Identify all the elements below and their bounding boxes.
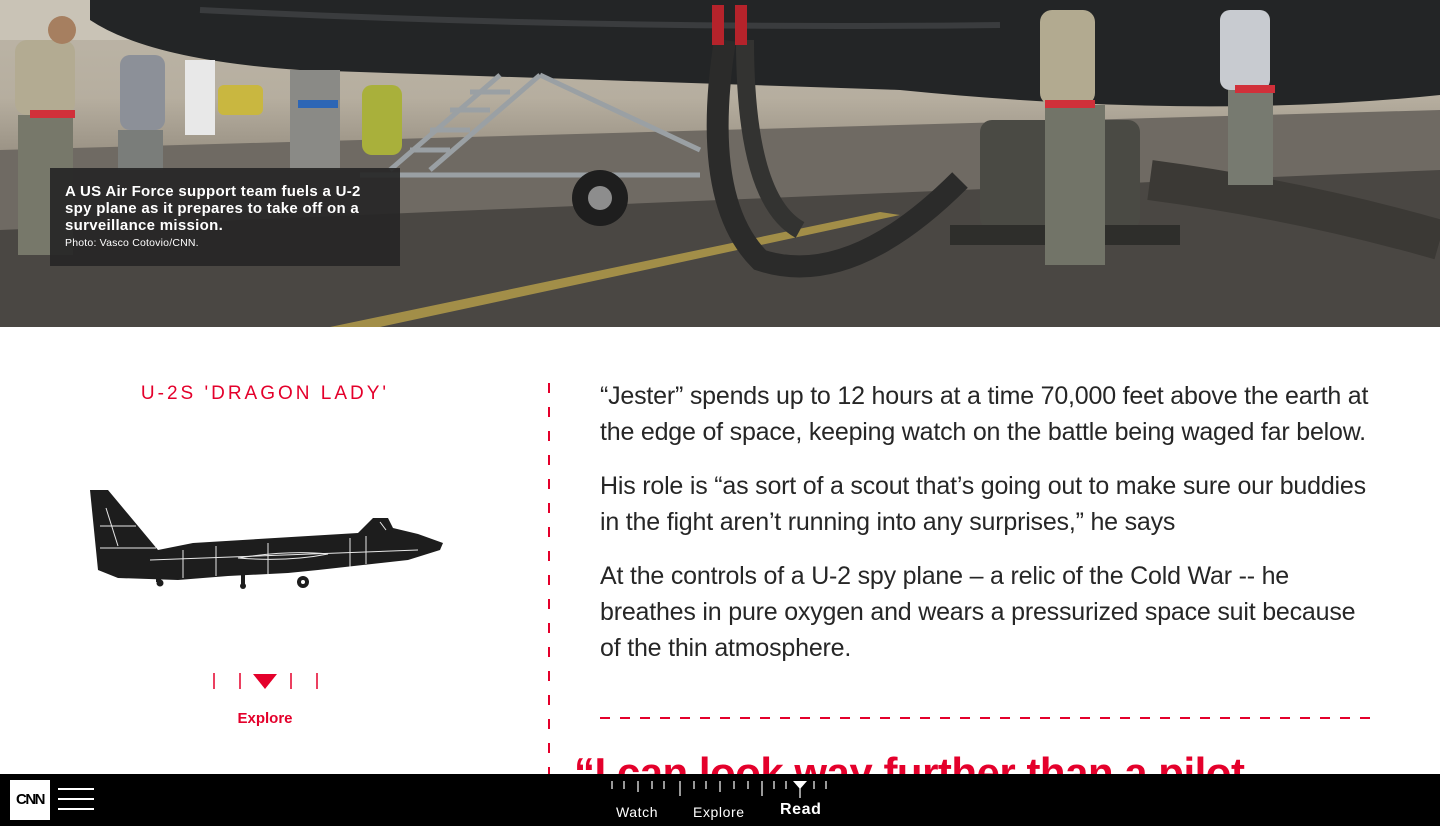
- hamburger-menu-icon[interactable]: [58, 788, 94, 810]
- column-divider: [548, 383, 550, 775]
- hero-photo: A US Air Force support team fuels a U-2 …: [0, 0, 1440, 327]
- article-paragraph: At the controls of a U-2 spy plane – a r…: [600, 562, 1356, 662]
- photo-credit: Photo: Vasco Cotovio/CNN.: [65, 237, 199, 249]
- explore-scrubber[interactable]: [205, 670, 325, 692]
- aircraft-title: U-2S 'DRAGON LADY': [140, 383, 390, 404]
- triangle-down-icon: [253, 674, 277, 689]
- hero-photo-illustration: [0, 0, 1440, 327]
- caption-text: A US Air Force support team fuels a U-2 …: [65, 183, 361, 234]
- timeline-marker-icon: [793, 781, 807, 789]
- bottom-nav-bar: CNN Watch Explore Read: [0, 774, 1440, 826]
- nav-explore[interactable]: Explore: [693, 804, 745, 820]
- article-body: “Jester” spends up to 12 hours at a time…: [600, 378, 1380, 684]
- section-timeline[interactable]: [608, 778, 832, 798]
- cnn-logo[interactable]: CNN: [10, 780, 50, 820]
- article-paragraph: His role is “as sort of a scout that’s g…: [600, 472, 1366, 536]
- article-paragraph: “Jester” spends up to 12 hours at a time…: [600, 382, 1369, 446]
- u2-plane-silhouette-icon: [90, 490, 443, 589]
- nav-watch[interactable]: Watch: [616, 804, 658, 820]
- nav-read[interactable]: Read: [780, 801, 822, 819]
- photo-caption: A US Air Force support team fuels a U-2 …: [50, 168, 400, 266]
- explore-link[interactable]: Explore: [205, 710, 325, 727]
- section-divider: [600, 717, 1380, 719]
